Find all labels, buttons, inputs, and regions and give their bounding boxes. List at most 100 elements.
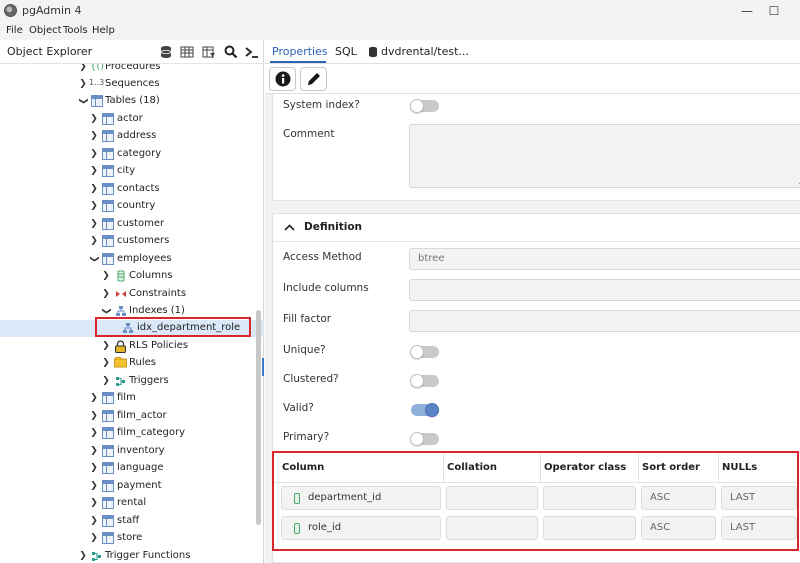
chevron-right-icon[interactable]: ❯ [101, 340, 111, 352]
tree-item-procedures[interactable]: ❯ {() Procedures [0, 64, 256, 76]
cell-operator-class[interactable] [543, 516, 636, 540]
primary-toggle[interactable] [410, 432, 439, 446]
menu-tools[interactable]: Tools [63, 25, 88, 36]
valid-label: Valid? [283, 402, 314, 414]
maximize-button[interactable]: ☐ [764, 2, 784, 20]
chevron-down-icon[interactable]: ❯ [100, 306, 112, 316]
tree-item-table[interactable]: ❯ country [0, 198, 256, 215]
tree-item-table[interactable]: ❯ category [0, 146, 256, 163]
chevron-right-icon[interactable]: ❯ [89, 515, 99, 527]
tree-item-table[interactable]: ❯ payment [0, 478, 256, 495]
chevron-right-icon[interactable]: ❯ [89, 392, 99, 404]
comment-label: Comment [283, 128, 335, 140]
tree-item-trigger-functions[interactable]: ❯ Trigger Functions [0, 548, 256, 563]
filtered-rows-icon[interactable] [201, 44, 217, 60]
general-section: System index? Comment [272, 94, 800, 201]
cell-nulls[interactable]: LAST [721, 486, 797, 510]
tree-item-rls-policies[interactable]: ❯ RLS Policies [0, 338, 256, 355]
chevron-right-icon[interactable]: ❯ [101, 288, 111, 300]
tree-item-columns[interactable]: ❯ Columns [0, 268, 256, 285]
chevron-right-icon[interactable]: ❯ [89, 445, 99, 457]
tree-item-sequences[interactable]: ❯ 1..3 Sequences [0, 76, 256, 93]
tree-item-table[interactable]: ❯ staff [0, 513, 256, 530]
comment-textarea[interactable] [409, 124, 800, 188]
database-icon[interactable] [158, 44, 174, 60]
clustered-toggle[interactable] [410, 374, 439, 388]
tree-item-employees[interactable]: ❯ employees [0, 251, 256, 268]
chevron-right-icon[interactable]: ❯ [89, 462, 99, 474]
tab-query-tool[interactable]: dvdrental/test... [381, 45, 469, 58]
tree-item-triggers[interactable]: ❯ Triggers [0, 373, 256, 390]
chevron-right-icon[interactable]: ❯ [89, 183, 99, 195]
cell-nulls[interactable]: LAST [721, 516, 797, 540]
tree-scrollbar[interactable] [256, 310, 261, 525]
tree-item-table[interactable]: ❯ inventory [0, 443, 256, 460]
chevron-right-icon[interactable]: ❯ [101, 270, 111, 282]
tree-item-tables[interactable]: ❯ Tables (18) [0, 93, 256, 110]
system-index-toggle[interactable] [410, 99, 439, 113]
cell-column[interactable]: department_id [281, 486, 441, 510]
cell-sort-order[interactable]: ASC [641, 486, 716, 510]
chevron-right-icon[interactable]: ❯ [89, 497, 99, 509]
valid-toggle[interactable] [411, 403, 439, 417]
fill-factor-field[interactable] [409, 310, 800, 332]
chevron-right-icon[interactable]: ❯ [89, 480, 99, 492]
chevron-right-icon[interactable]: ❯ [89, 200, 99, 212]
menu-file[interactable]: File [6, 25, 23, 36]
column-icon [294, 493, 300, 504]
tree-item-rules[interactable]: ❯ Rules [0, 355, 256, 372]
tree-item-table[interactable]: ❯ rental [0, 495, 256, 512]
cell-column[interactable]: role_id [281, 516, 441, 540]
chevron-right-icon[interactable]: ❯ [89, 130, 99, 142]
chevron-down-icon[interactable]: ❯ [77, 96, 89, 106]
tree-item-table[interactable]: ❯ city [0, 163, 256, 180]
tree-item-table[interactable]: ❯ store [0, 530, 256, 547]
cell-collation[interactable] [446, 486, 538, 510]
chevron-right-icon[interactable]: ❯ [89, 427, 99, 439]
cell-operator-class[interactable] [543, 486, 636, 510]
tree-item-table[interactable]: ❯ film_actor [0, 408, 256, 425]
chevron-right-icon[interactable]: ❯ [78, 64, 88, 73]
menu-object[interactable]: Object [29, 25, 62, 36]
cell-collation[interactable] [446, 516, 538, 540]
chevron-right-icon[interactable]: ❯ [101, 357, 111, 369]
tree-item-table[interactable]: ❯ customer [0, 216, 256, 233]
tree-item-table[interactable]: ❯ address [0, 128, 256, 145]
chevron-right-icon[interactable]: ❯ [101, 375, 111, 387]
chevron-right-icon[interactable]: ❯ [89, 410, 99, 422]
minimize-button[interactable]: — [737, 2, 757, 20]
chevron-right-icon[interactable]: ❯ [89, 148, 99, 160]
active-tab-indicator [270, 61, 326, 63]
menu-help[interactable]: Help [92, 25, 115, 36]
tab-properties[interactable]: Properties [272, 45, 328, 58]
tree-item-table[interactable]: ❯ language [0, 460, 256, 477]
chevron-right-icon[interactable]: ❯ [89, 235, 99, 247]
chevron-down-icon[interactable]: ❯ [88, 254, 100, 264]
tree-item-table[interactable]: ❯ customers [0, 233, 256, 250]
table-view-icon[interactable] [179, 44, 195, 60]
chevron-right-icon[interactable]: ❯ [89, 165, 99, 177]
chevron-right-icon[interactable]: ❯ [78, 78, 88, 90]
tree-item-table[interactable]: ❯ actor [0, 111, 256, 128]
definition-header[interactable]: Definition [273, 214, 800, 242]
tree-item-constraints[interactable]: ❯ Constraints [0, 286, 256, 303]
chevron-up-icon[interactable] [284, 222, 295, 235]
tab-sql[interactable]: SQL [335, 45, 357, 58]
psql-terminal-icon[interactable] [244, 44, 260, 60]
clustered-label: Clustered? [283, 373, 339, 385]
chevron-right-icon[interactable]: ❯ [89, 532, 99, 544]
unique-toggle[interactable] [410, 345, 439, 359]
tree-item-table[interactable]: ❯ film [0, 390, 256, 407]
chevron-right-icon[interactable]: ❯ [89, 113, 99, 125]
table-icon [102, 497, 114, 509]
chevron-right-icon[interactable]: ❯ [89, 218, 99, 230]
chevron-right-icon[interactable]: ❯ [78, 550, 88, 562]
edit-button[interactable] [300, 67, 327, 91]
cell-sort-order[interactable]: ASC [641, 516, 716, 540]
info-button[interactable] [269, 67, 296, 91]
search-icon[interactable] [223, 44, 239, 60]
access-method-field[interactable]: btree [409, 248, 800, 270]
tree-item-table[interactable]: ❯ contacts [0, 181, 256, 198]
include-columns-field[interactable] [409, 279, 800, 301]
tree-item-table[interactable]: ❯ film_category [0, 425, 256, 442]
